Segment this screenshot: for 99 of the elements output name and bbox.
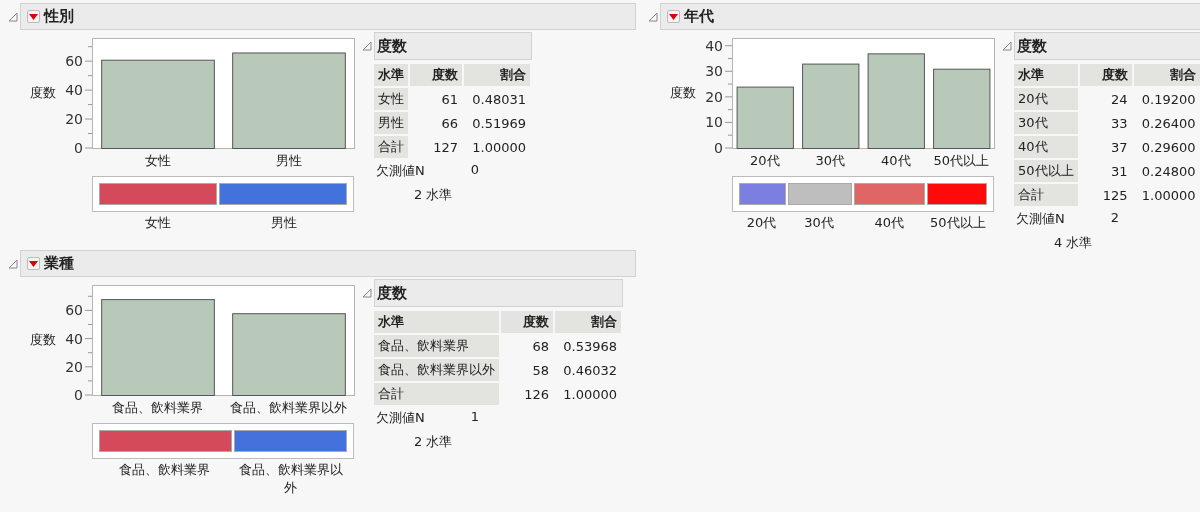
table-cell-text: 66: [440, 114, 459, 133]
table-cell-text: 0.51969: [471, 114, 527, 133]
dropdown-icon[interactable]: [667, 10, 680, 23]
column-header: 割合: [1133, 64, 1200, 86]
column-header: 度数: [1079, 64, 1132, 86]
table-cell: 食品、飲料業界以外: [374, 359, 499, 381]
tick-label: 30: [705, 63, 723, 80]
table-title: 度数: [374, 32, 532, 60]
dropdown-icon[interactable]: [27, 257, 40, 270]
report-title: 業種: [44, 254, 74, 273]
mosaic-label: 20代: [745, 214, 778, 232]
table-cell-text: 24: [1110, 90, 1129, 109]
tick-label: 20: [65, 358, 83, 375]
column-header: 水準: [1014, 64, 1078, 86]
missing-count: 0: [470, 162, 479, 179]
table-cell-text: 68: [531, 337, 550, 356]
table-cell: 合計: [1014, 184, 1078, 206]
tick-label: 40: [65, 330, 83, 347]
collapse-icon[interactable]: [648, 11, 658, 22]
table-cell: 食品、飲料業界: [374, 335, 499, 357]
missing-label: 欠測値N: [1016, 210, 1065, 228]
tick-label: 20: [65, 111, 83, 128]
report-title: 年代: [684, 7, 714, 26]
table-cell-text: 125: [1101, 186, 1129, 205]
tick-label: 60: [65, 302, 83, 319]
table-cell-text: 0.19200: [1140, 90, 1197, 109]
tick-label: 0: [74, 387, 83, 403]
category-label: 食品、飲料業界以外: [230, 400, 347, 415]
tick-label: 60: [65, 53, 83, 70]
table-cell-text: 33: [1110, 114, 1129, 133]
tick-label: 10: [705, 114, 723, 131]
category-label: 50代以上: [933, 153, 989, 168]
table-cell-text: 126: [523, 385, 550, 404]
missing-count: 1: [470, 409, 479, 426]
tick-label: 40: [705, 37, 723, 54]
level-count: 4 水準: [1054, 234, 1094, 252]
category-label: 30代: [815, 153, 845, 168]
table-cell-text: 61: [440, 90, 459, 109]
column-header: 水準: [374, 311, 499, 333]
bar: [736, 86, 794, 149]
collapse-icon[interactable]: [1002, 41, 1012, 51]
column-header: 割合: [464, 64, 530, 86]
mosaic-label: 食品、飲料業界以外: [237, 461, 344, 497]
table-cell-text: 0.48031: [471, 90, 527, 109]
level-count: 2 水準: [414, 433, 454, 451]
mosaic-label: 50代以上: [928, 214, 987, 232]
table-cell-text: 1.00000: [1140, 186, 1197, 205]
table-cell: 50代以上: [1014, 160, 1078, 182]
table-cell-text: 1.00000: [471, 138, 527, 157]
collapse-icon[interactable]: [8, 258, 18, 269]
tick-label: 20: [705, 88, 723, 105]
table-cell-text: 31: [1110, 162, 1129, 181]
axis-label: 度数: [670, 84, 697, 102]
collapse-icon[interactable]: [362, 41, 372, 51]
missing-label: 欠測値N: [376, 409, 425, 427]
table-cell: 女性: [374, 88, 408, 110]
collapse-icon[interactable]: [362, 288, 372, 298]
table-cell-text: 127: [432, 138, 459, 157]
mosaic-label: 男性: [269, 214, 298, 232]
category-label: 食品、飲料業界: [112, 400, 203, 415]
table-cell-text: 58: [531, 361, 550, 380]
table-cell: 20代: [1014, 88, 1078, 110]
category-label: 男性: [275, 153, 302, 168]
column-header: 度数: [410, 64, 462, 86]
axis-label: 度数: [30, 84, 57, 102]
column-header: 割合: [555, 311, 621, 333]
mosaic-label: 40代: [873, 214, 906, 232]
table-cell: 40代: [1014, 136, 1078, 158]
table-cell-text: 0.53968: [562, 337, 618, 356]
missing-label: 欠測値N: [376, 162, 425, 180]
category-label: 20代: [750, 153, 780, 168]
table-cell-text: 1.00000: [562, 385, 618, 404]
missing-count: 2: [1110, 210, 1119, 227]
table-cell: 男性: [374, 112, 408, 134]
report-title: 性別: [44, 7, 74, 26]
column-header: 水準: [374, 64, 408, 86]
table-cell-text: 0.46032: [562, 361, 618, 380]
mosaic-label: 食品、飲料業界: [118, 461, 212, 479]
table-cell: 合計: [374, 383, 499, 405]
table-cell-text: 0.24800: [1140, 162, 1197, 181]
table-cell-text: 0.26400: [1140, 114, 1197, 133]
category-label: 女性: [144, 153, 171, 168]
tick-label: 0: [74, 140, 83, 156]
table-title: 度数: [1014, 32, 1200, 60]
collapse-icon[interactable]: [8, 11, 18, 22]
table-title: 度数: [374, 279, 623, 307]
tick-label: 40: [65, 82, 83, 99]
dropdown-icon[interactable]: [27, 10, 40, 23]
column-header: 度数: [501, 311, 553, 333]
axis-label: 度数: [30, 331, 57, 349]
table-cell-text: 37: [1110, 138, 1129, 157]
table-cell-text: 0.29600: [1140, 138, 1197, 157]
table-cell: 30代: [1014, 112, 1078, 134]
level-count: 2 水準: [414, 186, 454, 204]
mosaic-label: 女性: [143, 214, 172, 232]
table-cell: 合計: [374, 136, 408, 158]
mosaic-label: 30代: [803, 214, 835, 232]
category-label: 40代: [881, 153, 911, 168]
tick-label: 0: [714, 140, 723, 156]
